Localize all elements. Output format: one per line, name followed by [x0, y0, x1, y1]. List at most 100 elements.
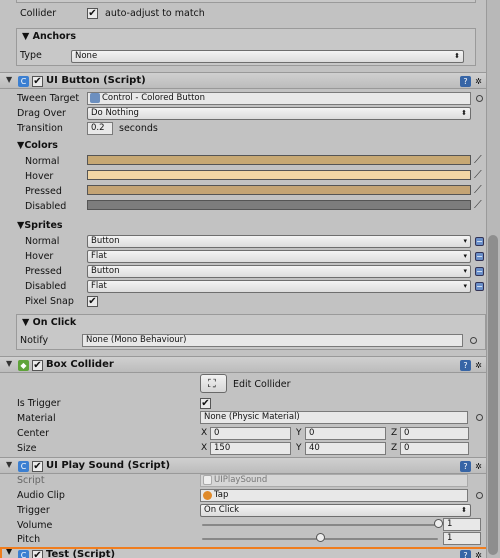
center-z-label[interactable]: Z [391, 427, 397, 440]
sprite-disabled-dropdown[interactable]: Flat ▾ [87, 280, 471, 293]
colors-foldout[interactable]: ▼Colors [17, 140, 58, 151]
remove-sprite-icon[interactable]: − [475, 252, 484, 261]
color-disabled-label: Disabled [25, 201, 67, 212]
material-label: Material [17, 413, 56, 424]
gear-icon[interactable]: ✲ [473, 550, 484, 558]
color-disabled-swatch[interactable] [87, 200, 471, 210]
object-icon [90, 93, 100, 103]
volume-input[interactable]: 1 [443, 518, 481, 531]
center-x-label[interactable]: X [201, 427, 207, 440]
pixel-snap-checkbox[interactable]: ✔ [87, 296, 98, 307]
ui-play-sound-enabled-checkbox[interactable]: ✔ [32, 461, 43, 472]
sprite-normal-dropdown[interactable]: Button ▾ [87, 235, 471, 248]
volume-slider-knob[interactable] [433, 519, 443, 528]
top-cut-panel [16, 0, 476, 3]
center-z-input[interactable]: 0 [400, 427, 469, 440]
object-picker-icon[interactable] [476, 95, 483, 102]
size-y-input[interactable]: 40 [305, 442, 386, 455]
size-z-label[interactable]: Z [391, 442, 397, 455]
sprite-disabled-label: Disabled [25, 281, 67, 292]
size-y-label[interactable]: Y [296, 442, 302, 455]
eyedropper-icon[interactable]: ⟋ [474, 184, 482, 195]
box-collider-enabled-checkbox[interactable]: ✔ [32, 360, 43, 371]
center-label: Center [17, 428, 49, 439]
on-click-title[interactable]: ▼ On Click [22, 317, 76, 328]
sprite-normal-value: Button [91, 236, 120, 246]
trigger-label: Trigger [17, 505, 50, 516]
help-book-icon[interactable]: ? [460, 461, 471, 472]
remove-sprite-icon[interactable]: − [475, 237, 484, 246]
auto-adjust-label: auto-adjust to match [105, 8, 205, 19]
gear-icon[interactable]: ✲ [473, 360, 484, 371]
fold-arrow-icon[interactable]: ▼ [6, 549, 12, 556]
script-field: UIPlaySound [200, 474, 468, 487]
fold-arrow-icon[interactable]: ▼ [6, 460, 12, 469]
script-icon: C [18, 76, 29, 87]
color-normal-label: Normal [25, 156, 60, 167]
gear-icon[interactable]: ✲ [473, 76, 484, 87]
object-picker-icon[interactable] [476, 414, 483, 421]
ui-play-sound-header[interactable]: ▼ C ✔ UI Play Sound (Script) ? ✲ [0, 457, 500, 474]
test-script-enabled-checkbox[interactable]: ✔ [32, 550, 43, 558]
drag-over-label: Drag Over [17, 108, 66, 119]
notify-field[interactable]: None (Mono Behaviour) [82, 334, 463, 347]
tween-target-label: Tween Target [17, 93, 80, 104]
color-normal-swatch[interactable] [87, 155, 471, 165]
drag-over-dropdown[interactable]: Do Nothing ⬍ [87, 107, 471, 120]
transition-input[interactable]: 0.2 [87, 122, 113, 135]
eyedropper-icon[interactable]: ⟋ [474, 169, 482, 180]
sprites-foldout[interactable]: ▼Sprites [17, 220, 63, 231]
material-field[interactable]: None (Physic Material) [200, 411, 468, 424]
object-picker-icon[interactable] [470, 337, 477, 344]
eyedropper-icon[interactable]: ⟋ [474, 199, 482, 210]
box-collider-title: Box Collider [46, 359, 114, 370]
anchors-title[interactable]: ▼ Anchors [22, 31, 76, 42]
test-script-header[interactable]: ▼ C ✔ Test (Script) ? ✲ [2, 549, 498, 558]
size-x-input[interactable]: 150 [210, 442, 291, 455]
pitch-input[interactable]: 1 [443, 532, 481, 545]
center-x-input[interactable]: 0 [210, 427, 291, 440]
help-book-icon[interactable]: ? [460, 550, 471, 558]
inspector-scrollbar[interactable] [486, 0, 500, 558]
anchors-type-value: None [75, 51, 98, 61]
help-book-icon[interactable]: ? [460, 76, 471, 87]
trigger-dropdown[interactable]: On Click ⬍ [200, 504, 471, 517]
auto-adjust-checkbox[interactable]: ✔ [87, 8, 98, 19]
fold-arrow-icon[interactable]: ▼ [6, 75, 12, 84]
scrollbar-thumb[interactable] [488, 235, 498, 555]
size-x-label[interactable]: X [201, 442, 207, 455]
sprite-pressed-dropdown[interactable]: Button ▾ [87, 265, 471, 278]
object-picker-icon[interactable] [476, 492, 483, 499]
center-y-label[interactable]: Y [296, 427, 302, 440]
remove-sprite-icon[interactable]: − [475, 282, 484, 291]
fold-arrow-icon[interactable]: ▼ [6, 359, 12, 368]
tween-target-field[interactable]: Control - Colored Button [87, 92, 471, 105]
center-y-input[interactable]: 0 [305, 427, 386, 440]
box-collider-header[interactable]: ▼ ◆ ✔ Box Collider ? ✲ [0, 356, 500, 373]
color-hover-swatch[interactable] [87, 170, 471, 180]
ui-button-header[interactable]: ▼ C ✔ UI Button (Script) ? ✲ [0, 72, 500, 89]
sprite-disabled-value: Flat [91, 281, 107, 291]
edit-collider-button[interactable]: ⛶ [200, 374, 227, 393]
gear-icon[interactable]: ✲ [473, 461, 484, 472]
volume-slider-track[interactable] [202, 524, 438, 526]
sprite-hover-label: Hover [25, 251, 54, 262]
ui-play-sound-title: UI Play Sound (Script) [46, 460, 171, 471]
is-trigger-checkbox[interactable]: ✔ [200, 398, 211, 409]
help-book-icon[interactable]: ? [460, 360, 471, 371]
anchors-type-dropdown[interactable]: None ⬍ [71, 50, 464, 63]
sprite-pressed-value: Button [91, 266, 120, 276]
pitch-slider-knob[interactable] [315, 533, 325, 542]
audio-clip-label: Audio Clip [17, 490, 65, 501]
eyedropper-icon[interactable]: ⟋ [474, 154, 482, 165]
dropdown-arrow-icon: ▾ [463, 267, 467, 275]
drag-over-value: Do Nothing [91, 108, 139, 118]
size-z-input[interactable]: 0 [400, 442, 469, 455]
sprite-hover-dropdown[interactable]: Flat ▾ [87, 250, 471, 263]
collider-label: Collider [20, 8, 57, 19]
trigger-value: On Click [204, 505, 240, 515]
color-pressed-swatch[interactable] [87, 185, 471, 195]
remove-sprite-icon[interactable]: − [475, 267, 484, 276]
audio-clip-field[interactable]: Tap [200, 489, 468, 502]
ui-button-enabled-checkbox[interactable]: ✔ [32, 76, 43, 87]
